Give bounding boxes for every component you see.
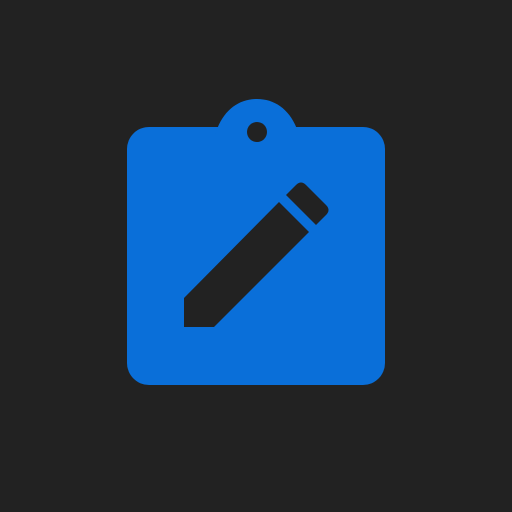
clipboard-edit-icon <box>127 99 385 385</box>
clipboard-clip-hole <box>247 122 267 142</box>
app-icon-canvas <box>0 0 512 512</box>
